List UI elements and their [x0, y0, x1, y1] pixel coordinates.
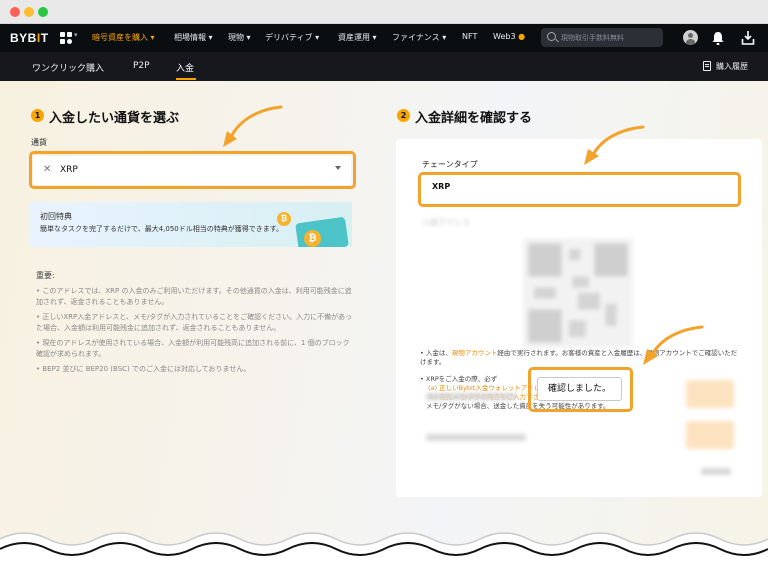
- coin-icon: ₿: [277, 212, 291, 226]
- pointer-arrow-icon: [584, 125, 645, 165]
- search-icon: [547, 32, 556, 41]
- promo-title: 初回特典: [40, 212, 72, 221]
- avatar[interactable]: [683, 30, 698, 45]
- nav-item-markets[interactable]: 相場情報 ▾: [174, 32, 213, 43]
- purchase-history-link[interactable]: 購入履歴: [716, 61, 748, 72]
- nav-item-nft[interactable]: NFT: [462, 32, 477, 41]
- fire-icon: ●: [518, 32, 526, 41]
- minimize-window-button[interactable]: [24, 7, 34, 17]
- first-time-bonus-banner[interactable]: 初回特典 簡単なタスクを完了するだけで、最大4,050ドル相当の特典が獲得できま…: [30, 202, 352, 247]
- bybit-logo[interactable]: BYBIT: [10, 31, 49, 45]
- confirm-button[interactable]: 確認しました。: [537, 377, 622, 401]
- copy-button[interactable]: [686, 380, 734, 408]
- pointer-arrow-icon: [223, 105, 283, 147]
- document-icon: [703, 61, 711, 71]
- nav-item-earn[interactable]: 資産運用 ▾: [338, 32, 377, 43]
- title-bar: [0, 0, 768, 24]
- qr-code: [523, 238, 633, 348]
- highlight-frame: [418, 172, 741, 207]
- tab-one-click-buy[interactable]: ワンクリック購入: [32, 61, 104, 74]
- tab-p2p[interactable]: P2P: [133, 61, 150, 71]
- step-number-1: 1: [31, 109, 44, 122]
- notes-heading: 重要:: [36, 271, 55, 280]
- active-tab-indicator: [176, 78, 196, 80]
- search-input[interactable]: 現物取引手数料無料: [541, 28, 663, 47]
- note-item: • 現在のアドレスが使用されている場合、入金額が利用可能残高に追加される前に、1…: [36, 339, 350, 358]
- promo-description: 簡単なタスクを完了するだけで、最大4,050ドル相当の特典が獲得できます。: [40, 225, 284, 233]
- main-navigation: BYBIT ▾ 暗号資産を購入 ▾ 相場情報 ▾ 現物 ▾ デリバティブ ▾ 資…: [0, 24, 768, 74]
- note-item: • 正しいXRP入金アドレスと、メモ/タグが入力されていることをご確認ください。…: [36, 313, 353, 332]
- blurred-text: [701, 468, 731, 475]
- clear-icon[interactable]: ✕: [43, 164, 51, 175]
- close-window-button[interactable]: [10, 7, 20, 17]
- copy-button[interactable]: [686, 421, 734, 449]
- torn-edge-decoration: [0, 532, 768, 583]
- step-2-title: 入金詳細を確認する: [415, 111, 533, 126]
- blurred-text: [426, 434, 526, 441]
- chevron-down-icon: [335, 166, 341, 170]
- nav-item-derivatives[interactable]: デリバティブ ▾: [265, 32, 319, 43]
- nav-item-web3[interactable]: Web3 ●: [493, 32, 525, 41]
- zoom-window-button[interactable]: [38, 7, 48, 17]
- nav-item-spot[interactable]: 現物 ▾: [228, 32, 251, 43]
- note-item: • このアドレスでは、XRP の入金のみご利用いただけます。その他通貨の入金は、…: [36, 287, 352, 306]
- note-item: • BEP2 並びに BEP20 (BSC) でのご入金には対応しておりません。: [36, 365, 251, 373]
- search-placeholder: 現物取引手数料無料: [561, 34, 624, 42]
- tab-deposit[interactable]: 入金: [176, 61, 194, 74]
- bell-icon[interactable]: [711, 30, 725, 46]
- nav-item-finance[interactable]: ファイナンス ▾: [392, 32, 446, 43]
- pointer-arrow-icon: [643, 325, 704, 365]
- important-notes: 重要: • このアドレスでは、XRP の入金のみご利用いただけます。その他通貨の…: [36, 270, 354, 379]
- chevron-down-icon: ▾: [74, 31, 78, 39]
- spot-account-link[interactable]: 現物アカウント: [452, 349, 498, 357]
- chain-type-label: チェーンタイプ: [422, 160, 478, 169]
- blurred-text: [426, 393, 516, 400]
- nav-item-buy-crypto[interactable]: 暗号資産を購入 ▾: [92, 32, 155, 43]
- app-grid-icon[interactable]: [60, 32, 72, 44]
- step-number-2: 2: [397, 109, 410, 122]
- download-icon[interactable]: [741, 30, 755, 46]
- deposit-address-label: 入金アドレス: [422, 218, 470, 227]
- step-1-title: 入金したい通貨を選ぶ: [49, 111, 180, 126]
- currency-value: XRP: [60, 165, 78, 175]
- browser-window: BYBIT ▾ 暗号資産を購入 ▾ 相場情報 ▾ 現物 ▾ デリバティブ ▾ 資…: [0, 0, 768, 583]
- currency-label: 通貨: [31, 138, 47, 147]
- wallet-illustration: [295, 216, 349, 247]
- sub-navigation: ワンクリック購入 P2P 入金 購入履歴: [0, 52, 768, 81]
- currency-select[interactable]: ✕ XRP: [33, 156, 351, 185]
- bitcoin-icon: ₿: [304, 230, 321, 247]
